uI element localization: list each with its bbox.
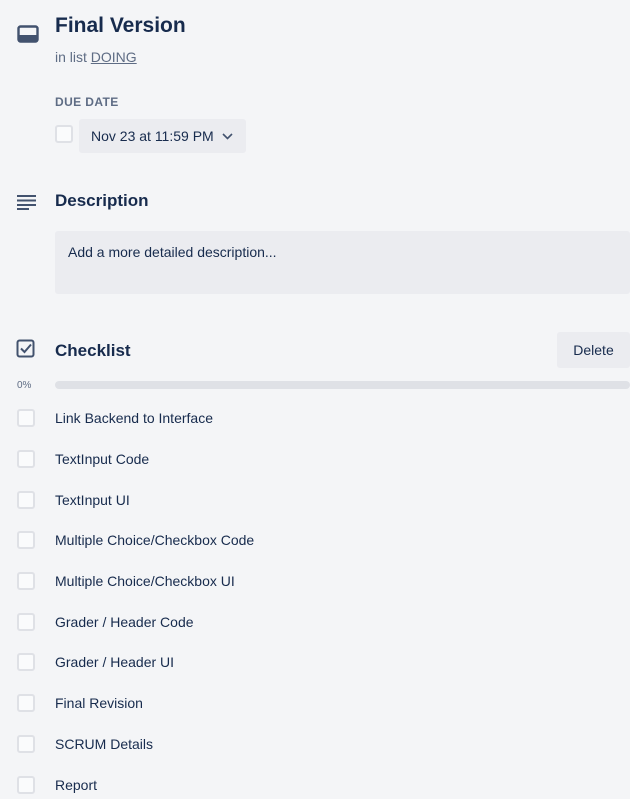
checklist-item[interactable]: Grader / Header Code [0,601,630,642]
checklist-item[interactable]: Final Revision [0,683,630,724]
checklist-item-label[interactable]: Report [55,777,97,793]
due-date-label: DUE DATE [55,95,119,109]
list-link[interactable]: DOING [91,49,137,65]
card-icon [17,25,39,43]
checklist-item[interactable]: Multiple Choice/Checkbox UI [0,561,630,602]
checklist-item-label[interactable]: TextInput Code [55,451,149,467]
checklist-item-label[interactable]: Final Revision [55,695,143,711]
checklist-item[interactable]: Report [0,764,630,799]
due-date-complete-checkbox[interactable] [55,125,73,143]
checklist-item-checkbox[interactable] [17,734,35,753]
checklist-heading: Checklist [55,341,131,360]
checklist-item-checkbox[interactable] [17,531,35,550]
checklist-progress-percent: 0% [17,380,32,391]
description-input[interactable]: Add a more detailed description... [55,231,630,294]
checklist-item-label[interactable]: SCRUM Details [55,736,153,752]
checklist-item-checkbox[interactable] [17,450,35,469]
checklist-item-label[interactable]: TextInput UI [55,492,130,508]
description-heading: Description [55,191,149,210]
checklist-item[interactable]: Multiple Choice/Checkbox Code [0,520,630,561]
checklist-item-label[interactable]: Multiple Choice/Checkbox Code [55,532,254,548]
card-detail-window: Final Version in list DOING DUE DATE Nov… [0,0,630,799]
checklist-item-label[interactable]: Grader / Header UI [55,654,174,670]
due-date-button[interactable]: Nov 23 at 11:59 PM [79,119,246,153]
checklist-item[interactable]: SCRUM Details [0,724,630,765]
checklist-item-checkbox[interactable] [17,409,35,428]
checklist-item-checkbox[interactable] [17,612,35,631]
checklist-item[interactable]: TextInput UI [0,479,630,520]
checklist-items: Link Backend to Interface TextInput Code T… [0,398,630,799]
in-list-line: in list DOING [55,49,137,65]
checklist-item[interactable]: Grader / Header UI [0,642,630,683]
in-list-prefix: in list [55,49,87,65]
chevron-down-icon [222,132,233,140]
checklist-item[interactable]: TextInput Code [0,439,630,480]
description-icon [17,195,36,210]
checklist-item-checkbox[interactable] [17,775,35,794]
checklist-item-label[interactable]: Link Backend to Interface [55,410,213,426]
checklist-icon [16,339,35,358]
checklist-item-checkbox[interactable] [17,490,35,509]
delete-checklist-button[interactable]: Delete [557,332,630,368]
checklist-item-label[interactable]: Grader / Header Code [55,614,194,630]
checklist-item-checkbox[interactable] [17,653,35,672]
checklist-progress-bar [55,381,630,389]
checklist-item-checkbox[interactable] [17,572,35,591]
checklist-item-checkbox[interactable] [17,694,35,713]
checklist-item[interactable]: Link Backend to Interface [0,398,630,439]
card-title[interactable]: Final Version [55,14,186,38]
due-date-value: Nov 23 at 11:59 PM [91,128,214,144]
checklist-item-label[interactable]: Multiple Choice/Checkbox UI [55,573,235,589]
